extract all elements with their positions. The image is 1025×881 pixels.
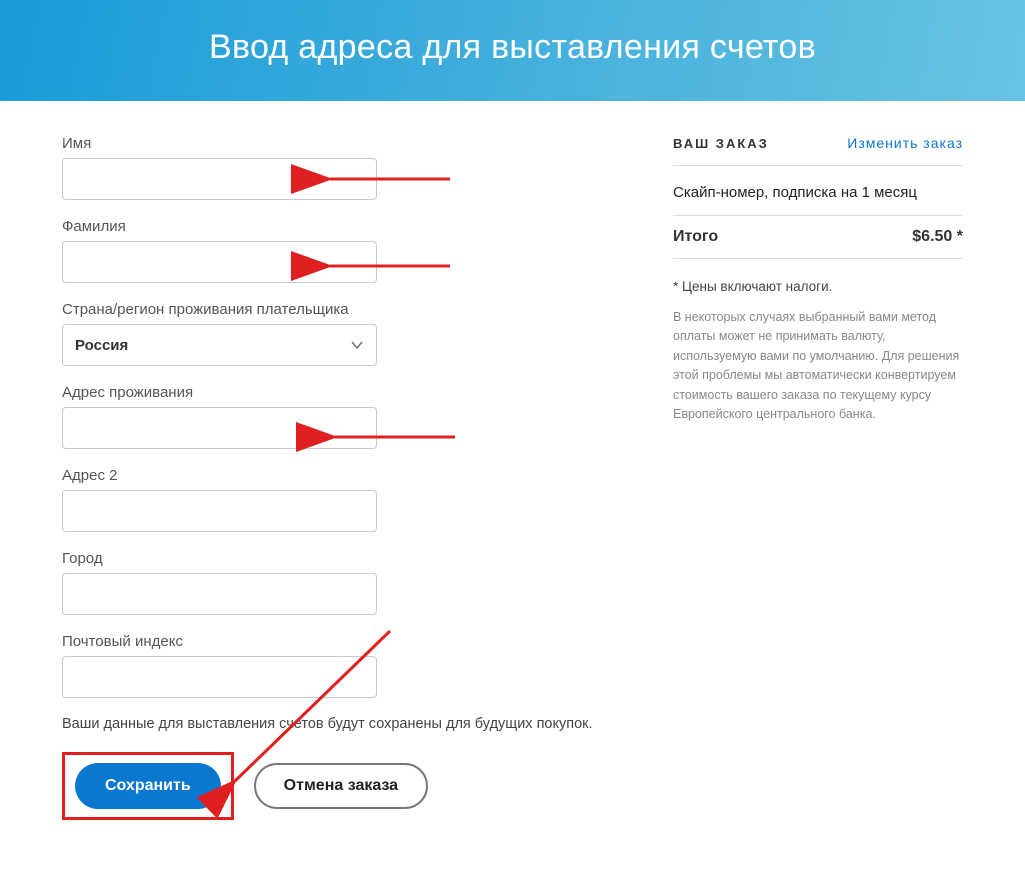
annotation-highlight: Сохранить	[62, 752, 234, 820]
country-label: Страна/регион проживания плательщика	[62, 301, 622, 318]
first-name-input[interactable]	[62, 158, 377, 200]
postal-input[interactable]	[62, 656, 377, 698]
country-field: Страна/регион проживания плательщика Рос…	[62, 301, 622, 366]
address2-input[interactable]	[62, 490, 377, 532]
page-header: Ввод адреса для выставления счетов	[0, 0, 1025, 101]
currency-note: В некоторых случаях выбранный вами метод…	[673, 308, 963, 424]
address1-input[interactable]	[62, 407, 377, 449]
country-select[interactable]: Россия	[62, 324, 377, 366]
order-item: Скайп-номер, подписка на 1 месяц	[673, 180, 963, 216]
order-summary-header: ВАШ ЗАКАЗ Изменить заказ	[673, 135, 963, 166]
last-name-input[interactable]	[62, 241, 377, 283]
postal-field: Почтовый индекс	[62, 633, 622, 698]
tax-note: * Цены включают налоги.	[673, 279, 963, 294]
address1-label: Адрес проживания	[62, 384, 622, 401]
billing-form: Имя Фамилия Страна/регион проживания пла…	[62, 135, 622, 820]
postal-label: Почтовый индекс	[62, 633, 622, 650]
change-order-link[interactable]: Изменить заказ	[847, 135, 963, 151]
order-total-row: Итого $6.50 *	[673, 216, 963, 259]
order-total-label: Итого	[673, 228, 718, 246]
page-content: Имя Фамилия Страна/регион проживания пла…	[0, 101, 1025, 860]
last-name-field: Фамилия	[62, 218, 622, 283]
order-heading: ВАШ ЗАКАЗ	[673, 136, 769, 151]
cancel-order-button[interactable]: Отмена заказа	[254, 763, 428, 809]
button-row: Сохранить Отмена заказа	[62, 752, 622, 820]
order-summary: ВАШ ЗАКАЗ Изменить заказ Скайп-номер, по…	[673, 135, 963, 424]
address2-label: Адрес 2	[62, 467, 622, 484]
address1-field: Адрес проживания	[62, 384, 622, 449]
save-button[interactable]: Сохранить	[75, 763, 221, 809]
city-label: Город	[62, 550, 622, 567]
page-title: Ввод адреса для выставления счетов	[10, 28, 1015, 67]
city-input[interactable]	[62, 573, 377, 615]
address2-field: Адрес 2	[62, 467, 622, 532]
save-note: Ваши данные для выставления счетов будут…	[62, 716, 622, 732]
chevron-down-icon	[350, 338, 364, 352]
order-total-value: $6.50 *	[912, 228, 963, 246]
last-name-label: Фамилия	[62, 218, 622, 235]
city-field: Город	[62, 550, 622, 615]
country-selected: Россия	[75, 337, 128, 354]
first-name-field: Имя	[62, 135, 622, 200]
first-name-label: Имя	[62, 135, 622, 152]
